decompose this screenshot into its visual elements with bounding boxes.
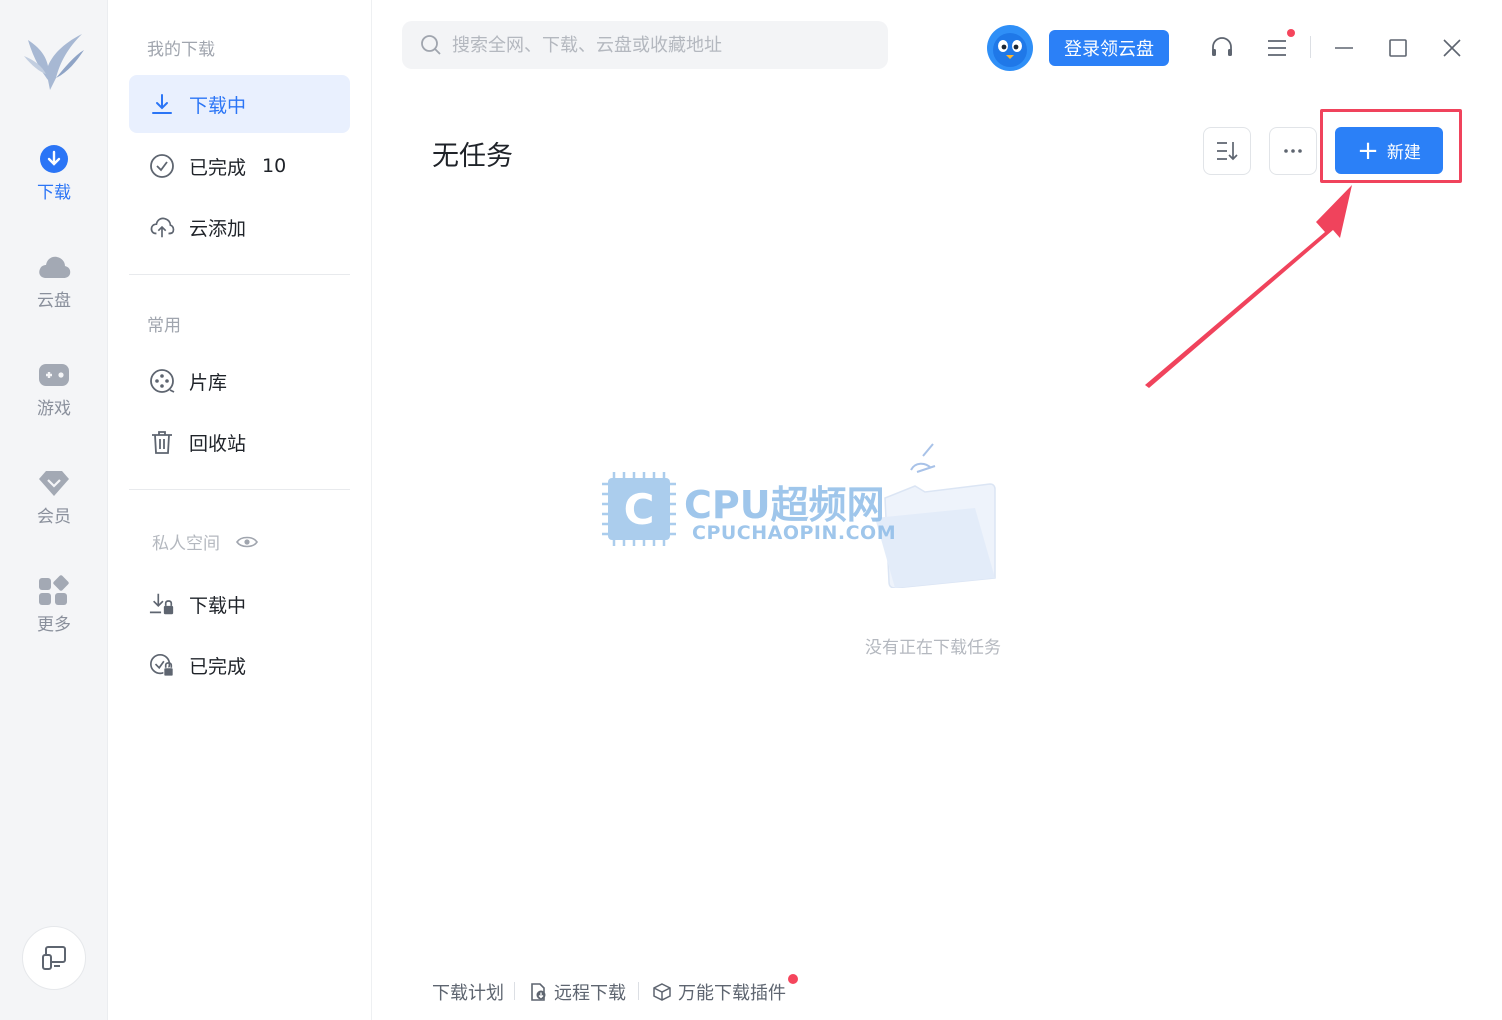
watermark-sub-text: CPUCHAOPIN.COM bbox=[692, 522, 897, 544]
cloud-upload-icon bbox=[149, 214, 175, 240]
rail-label: 云盘 bbox=[37, 291, 71, 311]
sort-button[interactable] bbox=[1203, 127, 1251, 175]
remote-download-link[interactable]: 远程下载 bbox=[528, 979, 626, 1005]
divider bbox=[1310, 36, 1311, 58]
watermark-main-text: CPU超频网 bbox=[684, 483, 885, 527]
check-circle-icon bbox=[149, 153, 175, 179]
maximize-icon[interactable] bbox=[1381, 31, 1415, 65]
lock-check-icon bbox=[149, 652, 175, 678]
gamepad-icon bbox=[37, 358, 71, 392]
close-icon[interactable] bbox=[1435, 31, 1469, 65]
svg-text:C: C bbox=[624, 485, 655, 534]
rail-item-download[interactable]: 下载 bbox=[0, 142, 108, 222]
more-options-button[interactable] bbox=[1269, 127, 1317, 175]
ellipsis-icon bbox=[1284, 149, 1302, 153]
sidebar-item-library[interactable]: 片库 bbox=[129, 352, 350, 410]
plus-icon: + bbox=[1357, 135, 1379, 166]
sidebar-item-label: 已完成 bbox=[189, 156, 247, 179]
divider bbox=[514, 982, 515, 1000]
app-logo-icon bbox=[22, 26, 86, 94]
divider bbox=[129, 489, 350, 490]
plugin-badge-dot bbox=[788, 974, 798, 984]
login-button[interactable]: 登录领云盘 bbox=[1049, 30, 1169, 66]
sidebar-item-recycle[interactable]: 回收站 bbox=[129, 413, 350, 471]
sidebar: 我的下载 下载中 已完成 10 云添加 常用 片库 回收站 私人空间 下载中 已… bbox=[108, 0, 372, 1020]
divider bbox=[129, 274, 350, 275]
sidebar-item-completed[interactable]: 已完成 10 bbox=[129, 137, 350, 195]
section-title-common: 常用 bbox=[147, 316, 181, 336]
sidebar-item-label: 下载中 bbox=[189, 594, 247, 617]
download-icon bbox=[37, 142, 71, 176]
new-task-label: 新建 bbox=[1386, 143, 1421, 163]
completed-count: 10 bbox=[262, 155, 287, 177]
rail-item-cloud[interactable]: 云盘 bbox=[0, 250, 108, 330]
download-arrow-icon bbox=[149, 91, 175, 117]
device-switch-button[interactable] bbox=[22, 926, 86, 990]
new-task-button[interactable]: + 新建 bbox=[1335, 127, 1443, 174]
film-reel-icon bbox=[149, 368, 175, 394]
left-rail: 下载 云盘 游戏 会员 更多 bbox=[0, 0, 108, 1020]
sort-icon bbox=[1217, 142, 1238, 161]
divider bbox=[638, 982, 639, 1000]
cloud-icon bbox=[37, 250, 71, 284]
remote-download-icon bbox=[528, 982, 548, 1002]
apps-icon bbox=[37, 574, 71, 608]
diamond-icon bbox=[37, 466, 71, 500]
avatar[interactable] bbox=[986, 24, 1034, 72]
sidebar-item-label: 回收站 bbox=[189, 432, 247, 455]
trash-icon bbox=[149, 429, 175, 455]
sidebar-item-private-downloading[interactable]: 下载中 bbox=[129, 575, 350, 633]
sidebar-item-private-completed[interactable]: 已完成 bbox=[129, 636, 350, 694]
device-icon bbox=[42, 946, 66, 970]
notification-dot bbox=[1287, 29, 1295, 37]
sidebar-item-label: 云添加 bbox=[189, 217, 247, 240]
rail-label: 游戏 bbox=[37, 399, 71, 419]
headset-icon[interactable] bbox=[1205, 31, 1239, 65]
sidebar-item-downloading[interactable]: 下载中 bbox=[129, 75, 350, 133]
rail-label: 下载 bbox=[37, 183, 71, 203]
sidebar-item-label: 已完成 bbox=[189, 655, 247, 678]
download-plan-link[interactable]: 下载计划 bbox=[432, 979, 504, 1005]
sidebar-item-label: 下载中 bbox=[189, 94, 247, 117]
section-title-private: 私人空间 bbox=[152, 529, 258, 554]
empty-state-text: 没有正在下载任务 bbox=[865, 638, 1001, 658]
universal-plugin-link[interactable]: 万能下载插件 bbox=[652, 979, 786, 1005]
page-title: 无任务 bbox=[432, 141, 513, 172]
rail-item-game[interactable]: 游戏 bbox=[0, 358, 108, 438]
sidebar-item-label: 片库 bbox=[189, 371, 228, 394]
rail-label: 会员 bbox=[37, 507, 71, 527]
annotation-arrow bbox=[1145, 185, 1352, 388]
eye-icon[interactable] bbox=[236, 534, 258, 550]
lock-download-icon bbox=[149, 591, 175, 617]
search-input[interactable] bbox=[452, 34, 872, 56]
rail-item-more[interactable]: 更多 bbox=[0, 574, 108, 654]
search-icon bbox=[421, 35, 441, 55]
search-bar[interactable] bbox=[402, 21, 888, 69]
cube-icon bbox=[652, 982, 672, 1002]
section-title-my-downloads: 我的下载 bbox=[147, 40, 215, 60]
sidebar-item-cloud-add[interactable]: 云添加 bbox=[129, 198, 350, 256]
rail-label: 更多 bbox=[37, 615, 71, 635]
minimize-icon[interactable] bbox=[1327, 31, 1361, 65]
rail-item-vip[interactable]: 会员 bbox=[0, 466, 108, 546]
